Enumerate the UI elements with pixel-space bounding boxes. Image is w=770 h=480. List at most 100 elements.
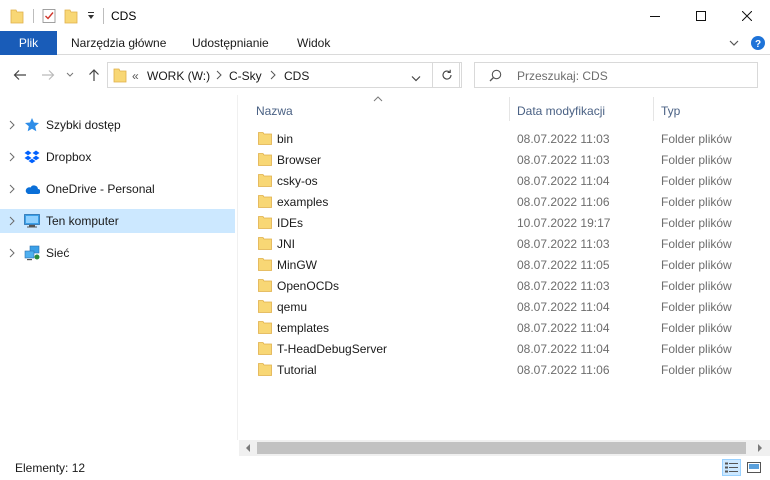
expand-chevron-icon[interactable] [6,182,18,196]
file-name: qemu [277,300,308,314]
breadcrumb-cds[interactable]: CDS [284,69,309,83]
maximize-button[interactable] [678,0,724,31]
svg-text:?: ? [755,39,761,50]
nav-item-label: Szybki dostęp [46,118,121,132]
file-type: Folder plików [661,258,732,272]
table-row[interactable]: qemu 08.07.2022 11:04 Folder plików [239,296,770,317]
column-header-date[interactable]: Data modyfikacji [517,104,605,122]
help-button[interactable]: ? [750,35,766,51]
nav-item-quick-access[interactable]: Szybki dostęp [0,113,235,137]
breadcrumb-overflow[interactable]: « [132,69,139,83]
table-row[interactable]: IDEs 10.07.2022 19:17 Folder plików [239,212,770,233]
file-type: Folder plików [661,153,732,167]
folder-icon [258,194,272,208]
folder-icon [258,236,272,250]
file-date: 10.07.2022 19:17 [517,216,611,230]
table-row[interactable]: examples 08.07.2022 11:06 Folder plików [239,191,770,212]
forward-button[interactable] [38,65,58,85]
table-row[interactable]: csky-os 08.07.2022 11:04 Folder plików [239,170,770,191]
expand-chevron-icon[interactable] [6,118,18,132]
chevron-right-icon[interactable] [216,69,222,83]
file-type: Folder plików [661,174,732,188]
search-input[interactable]: Przeszukaj: CDS [474,62,758,88]
back-button[interactable] [10,65,30,85]
file-date: 08.07.2022 11:03 [517,237,610,251]
file-type: Folder plików [661,342,732,356]
folder-icon [113,67,127,86]
expand-chevron-icon[interactable] [6,246,18,260]
tab-home[interactable]: Narzędzia główne [71,31,166,55]
customize-toolbar-icon[interactable] [84,6,98,26]
large-icons-view-button[interactable] [744,459,763,476]
file-name: bin [277,132,294,146]
nav-item-dropbox[interactable]: Dropbox [0,145,235,169]
item-count: Elementy: 12 [15,461,86,475]
minimize-button[interactable] [632,0,678,31]
column-divider[interactable] [509,97,510,121]
nav-item-this-pc[interactable]: Ten komputer [0,209,235,233]
table-row[interactable]: Browser 08.07.2022 11:03 Folder plików [239,149,770,170]
table-row[interactable]: templates 08.07.2022 11:04 Folder plików [239,317,770,338]
expand-ribbon-button[interactable] [726,35,742,51]
tab-file[interactable]: Plik [0,31,57,55]
expand-chevron-icon[interactable] [6,150,18,164]
table-row[interactable]: OpenOCDs 08.07.2022 11:03 Folder plików [239,275,770,296]
address-toolbar: « WORK (W:) C-Sky CDS Przeszukaj: CDS [0,55,770,95]
table-row[interactable]: bin 08.07.2022 11:03 Folder plików [239,128,770,149]
folder-icon [258,320,272,334]
file-type: Folder plików [661,363,732,377]
file-date: 08.07.2022 11:06 [517,195,610,209]
file-name: JNI [277,237,295,251]
help-icon: ? [751,36,765,50]
column-header-name[interactable]: Nazwa [256,104,293,122]
new-folder-icon[interactable] [62,6,80,26]
file-list: Nazwa Data modyfikacji Typ bin 08.07.2022… [239,95,770,440]
window-title: CDS [111,9,137,23]
nav-item-network[interactable]: Sieć [0,241,235,265]
file-name: MinGW [277,258,317,272]
nav-item-onedrive[interactable]: OneDrive - Personal [0,177,235,201]
horizontal-scrollbar[interactable] [239,440,770,456]
breadcrumb-drive[interactable]: WORK (W:) [147,69,210,83]
properties-icon[interactable] [40,6,58,26]
details-view-button[interactable] [722,459,741,476]
scroll-right-icon[interactable] [754,442,766,454]
large-icons-view-icon [746,462,761,473]
file-date: 08.07.2022 11:04 [517,342,610,356]
close-icon [742,10,752,21]
file-date: 08.07.2022 11:03 [517,279,610,293]
column-header-type[interactable]: Typ [661,104,680,122]
recent-locations-button[interactable] [63,65,77,85]
file-type: Folder plików [661,195,732,209]
table-row[interactable]: JNI 08.07.2022 11:03 Folder plików [239,233,770,254]
address-history-dropdown[interactable] [411,71,421,85]
table-row[interactable]: Tutorial 08.07.2022 11:06 Folder plików [239,359,770,380]
arrow-left-icon [13,70,26,80]
column-divider[interactable] [653,97,654,121]
ribbon-tabs: Plik Narzędzia główne Udostępnianie Wido… [0,31,770,55]
refresh-icon [442,69,452,80]
refresh-button[interactable] [432,62,462,88]
expand-chevron-icon[interactable] [6,214,18,228]
cloud-icon [24,181,40,197]
tab-view[interactable]: Widok [297,31,330,55]
table-row[interactable]: MinGW 08.07.2022 11:05 Folder plików [239,254,770,275]
toolbar-divider [32,6,34,26]
maximize-icon [696,10,706,21]
up-button[interactable] [84,65,104,85]
chevron-down-icon [66,72,74,77]
file-date: 08.07.2022 11:05 [517,258,610,272]
chevron-right-icon[interactable] [270,69,276,83]
tab-share[interactable]: Udostępnianie [192,31,269,55]
table-row[interactable]: T-HeadDebugServer 08.07.2022 11:04 Folder … [239,338,770,359]
address-bar[interactable]: « WORK (W:) C-Sky CDS [107,62,460,88]
minimize-icon [650,15,660,17]
breadcrumb-c-sky[interactable]: C-Sky [229,69,262,83]
star-icon [24,117,40,133]
file-name: OpenOCDs [277,279,340,293]
scroll-left-icon[interactable] [242,442,254,454]
computer-icon [24,213,40,229]
network-icon [24,245,40,261]
close-button[interactable] [724,0,770,31]
scrollbar-thumb[interactable] [257,442,746,454]
